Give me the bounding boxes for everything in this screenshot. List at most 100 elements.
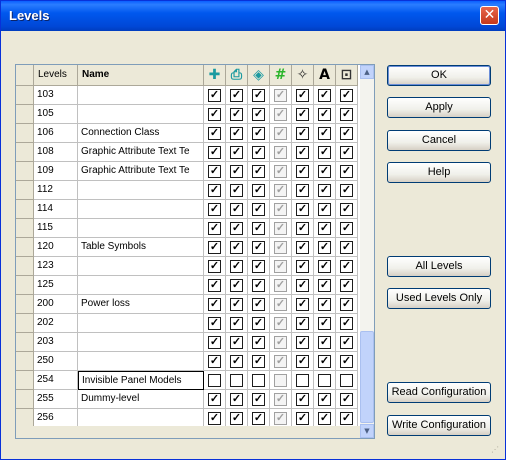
check-icon[interactable]: ✓ bbox=[252, 127, 265, 140]
check-icon[interactable]: ✓ bbox=[230, 241, 243, 254]
check-icon[interactable]: ✓ bbox=[208, 412, 221, 425]
scroll-down-button[interactable]: ▼ bbox=[360, 424, 374, 438]
level-name-cell[interactable] bbox=[78, 105, 204, 124]
check-icon[interactable]: ✓ bbox=[274, 279, 287, 292]
row-selector[interactable] bbox=[16, 257, 34, 276]
check-icon[interactable]: ✓ bbox=[340, 165, 353, 178]
level-name-cell[interactable] bbox=[78, 257, 204, 276]
check-icon[interactable]: ✓ bbox=[318, 165, 331, 178]
check-icon[interactable]: ✓ bbox=[252, 355, 265, 368]
check-icon[interactable]: ✓ bbox=[318, 412, 331, 425]
check-icon[interactable]: ✓ bbox=[340, 222, 353, 235]
check-icon[interactable]: ✓ bbox=[208, 241, 221, 254]
table-row[interactable]: 106 Connection Class ✓ ✓ ✓ ✓ ✓ ✓ ✓ bbox=[16, 124, 360, 143]
levels-column-header[interactable]: Levels bbox=[34, 65, 78, 86]
check-icon[interactable]: ✓ bbox=[252, 336, 265, 349]
check-icon[interactable]: ✓ bbox=[318, 203, 331, 216]
level-name-cell[interactable]: Invisible Panel Models bbox=[78, 371, 204, 390]
check-icon[interactable]: ✓ bbox=[318, 355, 331, 368]
check-icon[interactable] bbox=[274, 374, 287, 387]
snap-column-header[interactable]: ✧ bbox=[292, 65, 314, 86]
check-icon[interactable]: ✓ bbox=[318, 184, 331, 197]
check-icon[interactable]: ✓ bbox=[340, 108, 353, 121]
check-icon[interactable]: ✓ bbox=[340, 317, 353, 330]
check-icon[interactable]: ✓ bbox=[208, 184, 221, 197]
check-icon[interactable]: ✓ bbox=[208, 279, 221, 292]
check-icon[interactable]: ✓ bbox=[340, 412, 353, 425]
check-icon[interactable] bbox=[296, 374, 309, 387]
table-row[interactable]: 203 ✓ ✓ ✓ ✓ ✓ ✓ ✓ bbox=[16, 333, 360, 352]
check-icon[interactable]: ✓ bbox=[296, 393, 309, 406]
check-icon[interactable]: ✓ bbox=[274, 355, 287, 368]
level-name-cell[interactable] bbox=[78, 219, 204, 238]
check-icon[interactable]: ✓ bbox=[252, 203, 265, 216]
check-icon[interactable]: ✓ bbox=[296, 203, 309, 216]
check-icon[interactable]: ✓ bbox=[274, 146, 287, 159]
level-name-cell[interactable] bbox=[78, 276, 204, 295]
check-icon[interactable]: ✓ bbox=[340, 89, 353, 102]
check-icon[interactable] bbox=[252, 374, 265, 387]
level-name-cell[interactable]: Power loss bbox=[78, 295, 204, 314]
check-icon[interactable]: ✓ bbox=[318, 336, 331, 349]
check-icon[interactable]: ✓ bbox=[296, 165, 309, 178]
check-icon[interactable]: ✓ bbox=[296, 412, 309, 425]
level-name-cell[interactable] bbox=[78, 352, 204, 371]
check-icon[interactable]: ✓ bbox=[274, 412, 287, 425]
check-icon[interactable]: ✓ bbox=[296, 336, 309, 349]
check-icon[interactable]: ✓ bbox=[296, 260, 309, 273]
check-icon[interactable]: ✓ bbox=[318, 317, 331, 330]
check-icon[interactable]: ✓ bbox=[318, 260, 331, 273]
check-icon[interactable]: ✓ bbox=[296, 89, 309, 102]
row-selector[interactable] bbox=[16, 143, 34, 162]
check-icon[interactable]: ✓ bbox=[274, 298, 287, 311]
check-icon[interactable]: ✓ bbox=[296, 222, 309, 235]
check-icon[interactable]: ✓ bbox=[340, 146, 353, 159]
check-icon[interactable]: ✓ bbox=[230, 203, 243, 216]
check-icon[interactable]: ✓ bbox=[340, 336, 353, 349]
check-icon[interactable]: ✓ bbox=[318, 241, 331, 254]
check-icon[interactable]: ✓ bbox=[252, 184, 265, 197]
table-row[interactable]: 105 ✓ ✓ ✓ ✓ ✓ ✓ ✓ bbox=[16, 105, 360, 124]
check-icon[interactable]: ✓ bbox=[318, 146, 331, 159]
check-icon[interactable]: ✓ bbox=[230, 279, 243, 292]
check-icon[interactable]: ✓ bbox=[318, 108, 331, 121]
level-name-cell[interactable] bbox=[78, 200, 204, 219]
check-icon[interactable]: ✓ bbox=[296, 146, 309, 159]
check-icon[interactable]: ✓ bbox=[296, 355, 309, 368]
check-icon[interactable] bbox=[208, 374, 221, 387]
check-icon[interactable]: ✓ bbox=[252, 393, 265, 406]
table-row[interactable]: 250 ✓ ✓ ✓ ✓ ✓ ✓ ✓ bbox=[16, 352, 360, 371]
level-name-cell[interactable]: Connection Class bbox=[78, 124, 204, 143]
check-icon[interactable]: ✓ bbox=[208, 393, 221, 406]
table-row[interactable]: 109 Graphic Attribute Text Te ✓ ✓ ✓ ✓ ✓ ✓ ✓ bbox=[16, 162, 360, 181]
table-row[interactable]: 200 Power loss ✓ ✓ ✓ ✓ ✓ ✓ ✓ bbox=[16, 295, 360, 314]
check-icon[interactable] bbox=[318, 374, 331, 387]
check-icon[interactable]: ✓ bbox=[230, 393, 243, 406]
check-icon[interactable]: ✓ bbox=[296, 317, 309, 330]
check-icon[interactable]: ✓ bbox=[208, 355, 221, 368]
row-selector[interactable] bbox=[16, 124, 34, 143]
check-icon[interactable]: ✓ bbox=[274, 393, 287, 406]
table-row[interactable]: 114 ✓ ✓ ✓ ✓ ✓ ✓ ✓ bbox=[16, 200, 360, 219]
apply-button[interactable]: Apply bbox=[387, 97, 491, 118]
check-icon[interactable]: ✓ bbox=[208, 336, 221, 349]
check-icon[interactable]: ✓ bbox=[318, 127, 331, 140]
check-icon[interactable]: ✓ bbox=[208, 165, 221, 178]
level-name-cell[interactable]: Table Symbols bbox=[78, 238, 204, 257]
check-icon[interactable]: ✓ bbox=[230, 165, 243, 178]
check-icon[interactable]: ✓ bbox=[230, 336, 243, 349]
vertical-scrollbar[interactable]: ▲ ▼ bbox=[360, 65, 374, 438]
check-icon[interactable]: ✓ bbox=[274, 260, 287, 273]
check-icon[interactable]: ✓ bbox=[318, 393, 331, 406]
check-icon[interactable]: ✓ bbox=[340, 127, 353, 140]
check-icon[interactable]: ✓ bbox=[274, 241, 287, 254]
check-icon[interactable]: ✓ bbox=[208, 298, 221, 311]
write-configuration-button[interactable]: Write Configuration bbox=[387, 415, 491, 436]
check-icon[interactable] bbox=[340, 374, 353, 387]
check-icon[interactable]: ✓ bbox=[230, 317, 243, 330]
check-icon[interactable]: ✓ bbox=[274, 317, 287, 330]
check-icon[interactable]: ✓ bbox=[296, 241, 309, 254]
check-icon[interactable]: ✓ bbox=[208, 222, 221, 235]
help-button[interactable]: Help bbox=[387, 162, 491, 183]
check-icon[interactable]: ✓ bbox=[340, 298, 353, 311]
